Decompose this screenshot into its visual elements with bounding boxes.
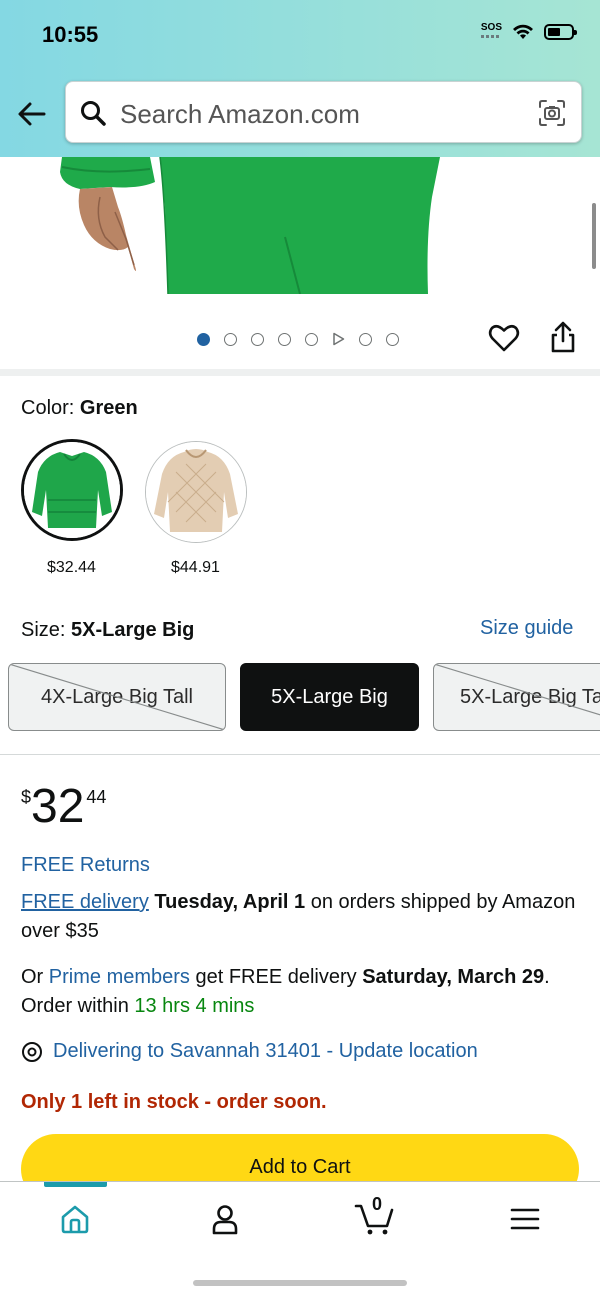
- section-divider: [0, 369, 600, 376]
- gallery-dot[interactable]: [359, 332, 372, 346]
- gallery-dot[interactable]: [278, 332, 291, 346]
- search-icon: [81, 101, 106, 126]
- size-option-5xl-big[interactable]: 5X-Large Big: [240, 663, 419, 731]
- gallery-dot[interactable]: [386, 332, 399, 346]
- stock-warning: Only 1 left in stock - order soon.: [21, 1091, 327, 1113]
- gallery-dot[interactable]: [251, 332, 264, 346]
- product-photo: [60, 157, 440, 294]
- beige-jacket-thumbnail: [146, 442, 246, 542]
- header: 10:55 SOS Search Amazon.com: [0, 0, 600, 157]
- section-divider: [0, 754, 600, 755]
- price-whole: 32: [31, 780, 85, 833]
- gallery-dot[interactable]: [305, 332, 318, 346]
- back-arrow-icon[interactable]: [14, 96, 50, 132]
- size-selected-value: 5X-Large Big: [71, 619, 195, 641]
- size-option-label: 5X-Large Big: [271, 685, 388, 708]
- nav-active-indicator: [44, 1182, 107, 1187]
- share-icon[interactable]: [548, 320, 578, 354]
- battery-icon: [544, 24, 577, 40]
- color-swatch-beige[interactable]: [145, 441, 247, 543]
- size-option-5xl-big-tall[interactable]: 5X-Large Big Tall: [433, 663, 600, 731]
- price-fraction: 44: [86, 787, 107, 807]
- order-countdown: 13 hrs 4 mins: [134, 995, 255, 1017]
- delivery-location-link[interactable]: Delivering to Savannah 31401 - Update lo…: [21, 1040, 478, 1063]
- prime-middle: get FREE delivery: [189, 966, 363, 988]
- color-label-prefix: Color:: [21, 397, 80, 419]
- green-jacket-thumbnail: [24, 442, 120, 538]
- color-swatch-green[interactable]: [21, 439, 123, 541]
- menu-icon[interactable]: [508, 1202, 542, 1236]
- home-indicator-bar: [193, 1280, 407, 1286]
- prime-prefix: Or: [21, 966, 49, 988]
- size-label: Size: 5X-Large Big: [21, 619, 194, 642]
- price-symbol: $: [21, 787, 32, 807]
- location-text: Delivering to Savannah 31401 - Update lo…: [53, 1040, 478, 1062]
- status-icons: SOS: [481, 22, 577, 40]
- size-option-4xl-big-tall[interactable]: 4X-Large Big Tall: [8, 663, 226, 731]
- color-price-green: $32.44: [47, 559, 96, 576]
- unavailable-slash: [9, 664, 225, 730]
- prime-members-link[interactable]: Prime members: [49, 966, 190, 988]
- unavailable-slash: [434, 664, 600, 716]
- price: $ 32 44: [21, 783, 106, 831]
- size-label-prefix: Size:: [21, 619, 72, 641]
- free-delivery-link[interactable]: FREE delivery: [21, 891, 149, 913]
- gallery-dot[interactable]: [197, 332, 210, 346]
- color-price-beige: $44.91: [171, 559, 220, 576]
- search-placeholder: Search Amazon.com: [120, 99, 360, 129]
- size-guide-link[interactable]: Size guide: [480, 617, 573, 640]
- prime-delivery-info: Or Prime members get FREE delivery Satur…: [21, 963, 581, 1021]
- gallery-dots[interactable]: [197, 332, 399, 346]
- sos-indicator: SOS: [481, 22, 502, 38]
- scrollbar[interactable]: [592, 203, 596, 269]
- wifi-icon: [513, 24, 533, 39]
- cart-nav-button[interactable]: 0: [354, 1194, 396, 1238]
- prime-delivery-date: Saturday, March 29: [362, 966, 545, 988]
- delivery-date: Tuesday, April 1: [154, 891, 306, 913]
- color-label: Color: Green: [21, 397, 138, 420]
- home-icon[interactable]: [58, 1202, 92, 1236]
- status-time: 10:55: [42, 22, 99, 47]
- heart-icon[interactable]: [488, 322, 520, 354]
- account-icon[interactable]: [208, 1202, 242, 1236]
- color-selected-value: Green: [79, 397, 138, 419]
- location-pin-icon: [22, 1041, 42, 1062]
- free-returns-link[interactable]: FREE Returns: [21, 854, 150, 877]
- product-image[interactable]: [0, 157, 600, 294]
- bottom-nav: 0: [0, 1181, 600, 1299]
- video-play-icon[interactable]: [332, 332, 345, 346]
- search-input[interactable]: Search Amazon.com: [65, 81, 582, 143]
- delivery-info: FREE delivery Tuesday, April 1 on orders…: [21, 888, 581, 946]
- cart-count-badge: 0: [372, 1194, 383, 1214]
- camera-search-icon[interactable]: [537, 98, 567, 128]
- gallery-dot[interactable]: [224, 332, 237, 346]
